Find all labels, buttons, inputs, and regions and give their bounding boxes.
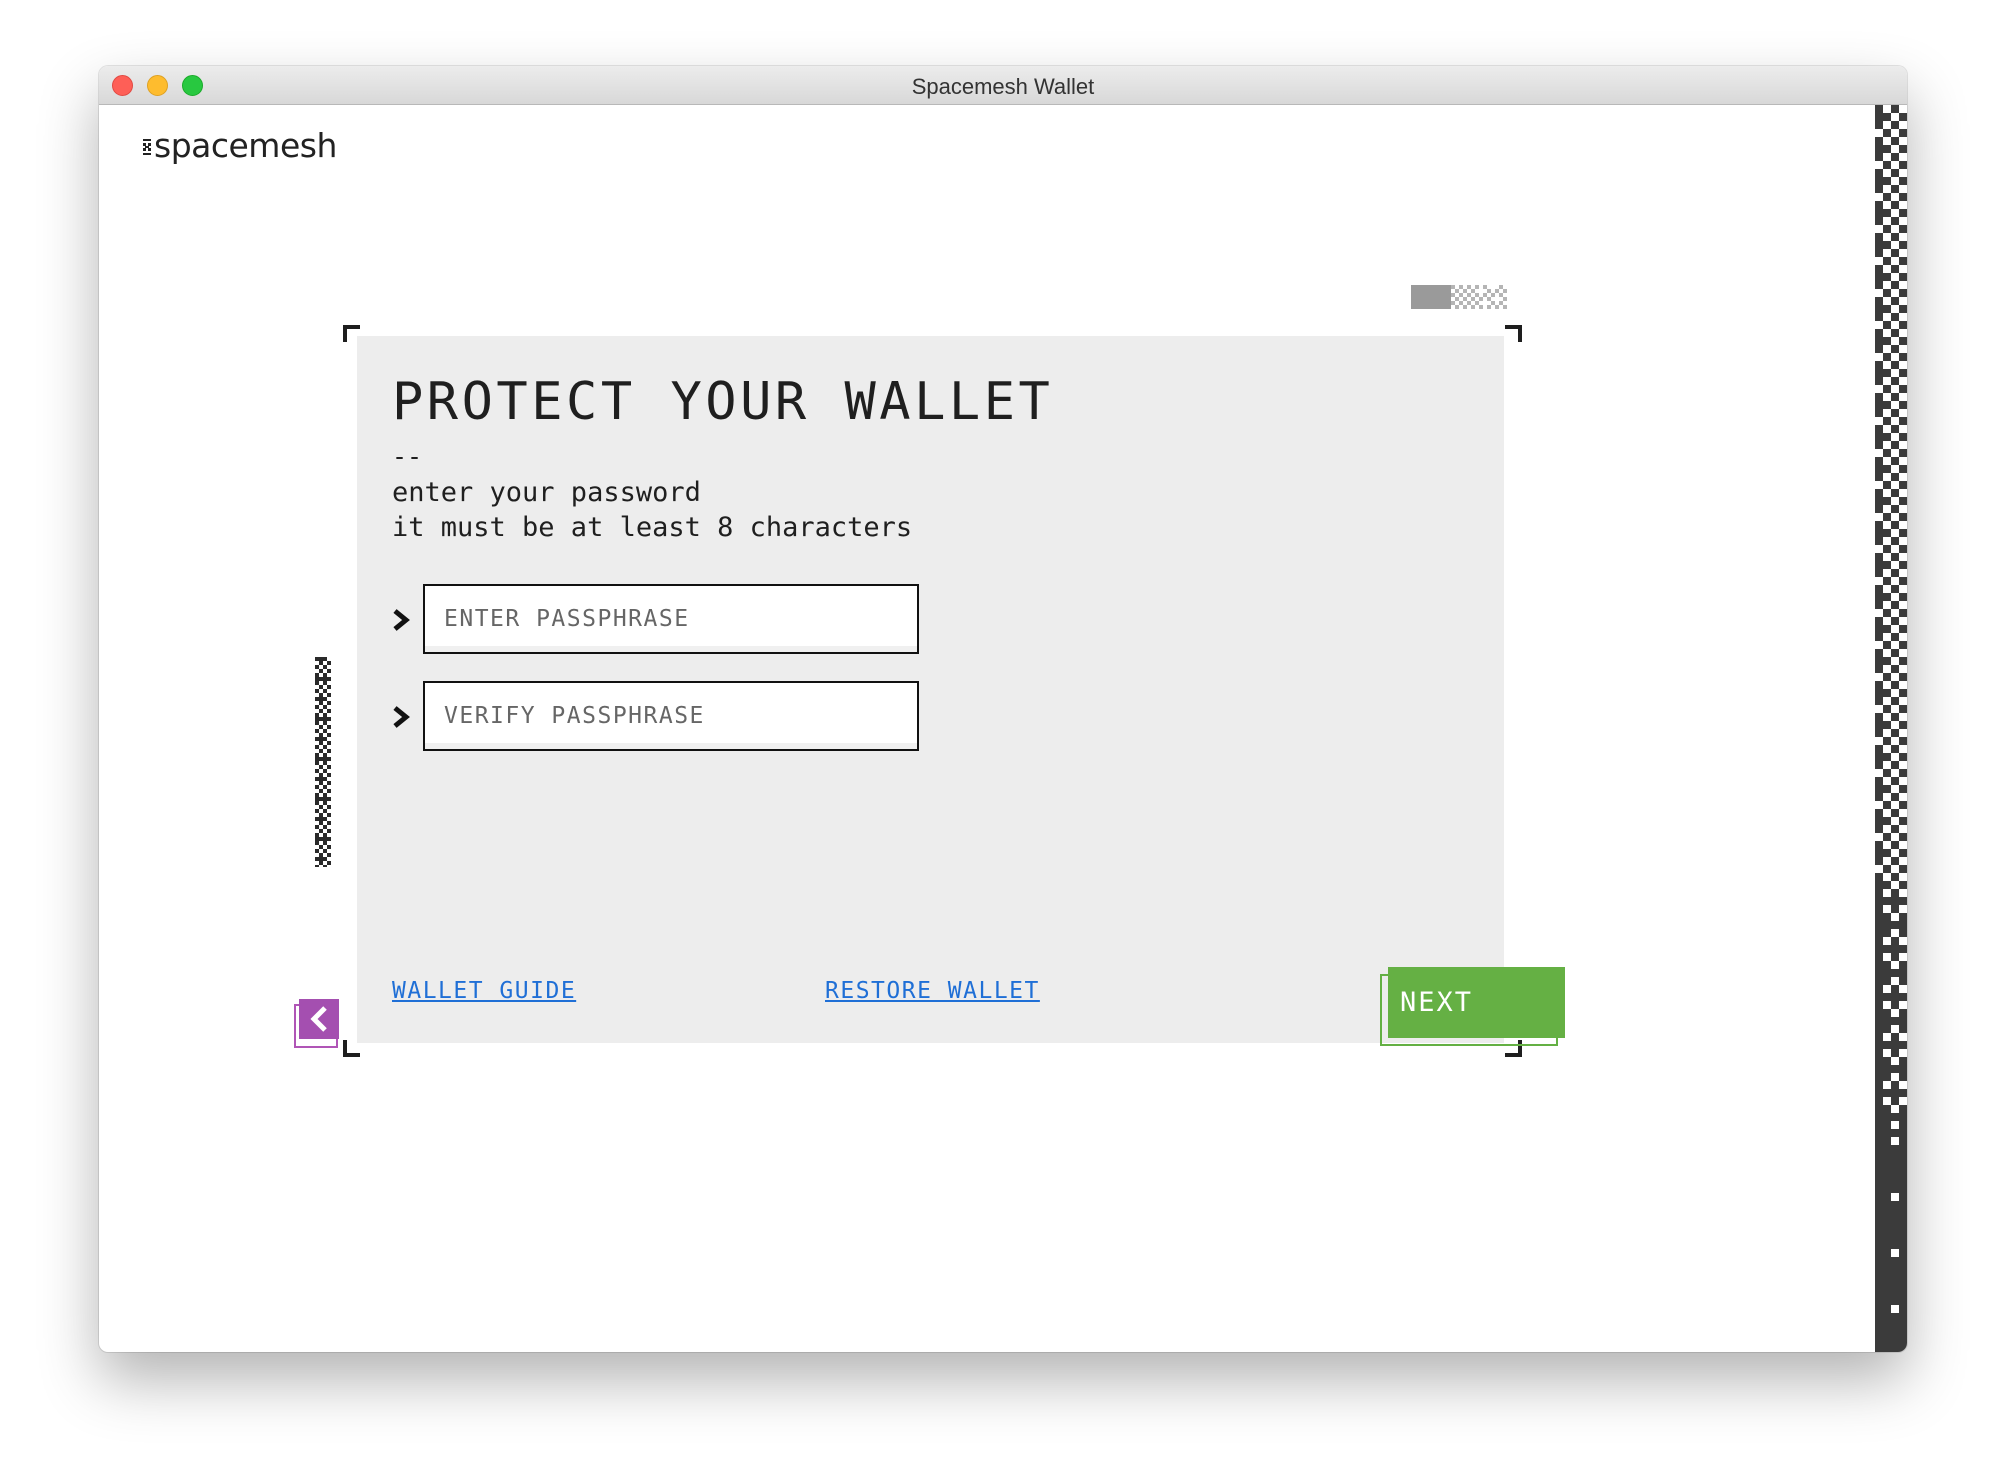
- protect-wallet-card: PROTECT YOUR WALLET -- enter your passwo…: [357, 336, 1504, 1043]
- title-bar: Spacemesh Wallet: [99, 66, 1907, 105]
- verify-passphrase-row: [392, 681, 932, 753]
- logo-text: spacemesh: [154, 125, 337, 165]
- restore-wallet-link[interactable]: RESTORE WALLET: [825, 978, 1040, 1004]
- verify-passphrase-field: [423, 681, 919, 751]
- page-title: PROTECT YOUR WALLET: [392, 372, 1054, 432]
- decorative-pattern-left: [315, 657, 331, 867]
- instructions: enter your password it must be at least …: [392, 475, 912, 545]
- title-separator: --: [392, 442, 423, 471]
- passphrase-field: [423, 584, 919, 654]
- frame-corner-top-right: [1505, 325, 1522, 342]
- chevron-right-icon: [393, 706, 410, 728]
- spacemesh-logo: spacemesh: [143, 125, 337, 165]
- verify-passphrase-input[interactable]: [425, 683, 917, 749]
- decorative-pixel-cluster: [1411, 285, 1507, 309]
- instruction-line-2: it must be at least 8 characters: [392, 512, 913, 543]
- instruction-line-1: enter your password: [392, 477, 701, 508]
- passphrase-row: [392, 584, 932, 656]
- passphrase-input[interactable]: [425, 586, 917, 652]
- back-button[interactable]: [299, 999, 339, 1039]
- chevron-left-icon: [310, 1006, 327, 1032]
- next-button[interactable]: NEXT: [1388, 967, 1565, 1038]
- decorative-pattern-right: [1875, 105, 1907, 1352]
- logo-mark-icon: [143, 139, 151, 155]
- wallet-guide-link[interactable]: WALLET GUIDE: [392, 978, 576, 1004]
- chevron-right-icon: [393, 609, 410, 631]
- window-title: Spacemesh Wallet: [911, 74, 1095, 99]
